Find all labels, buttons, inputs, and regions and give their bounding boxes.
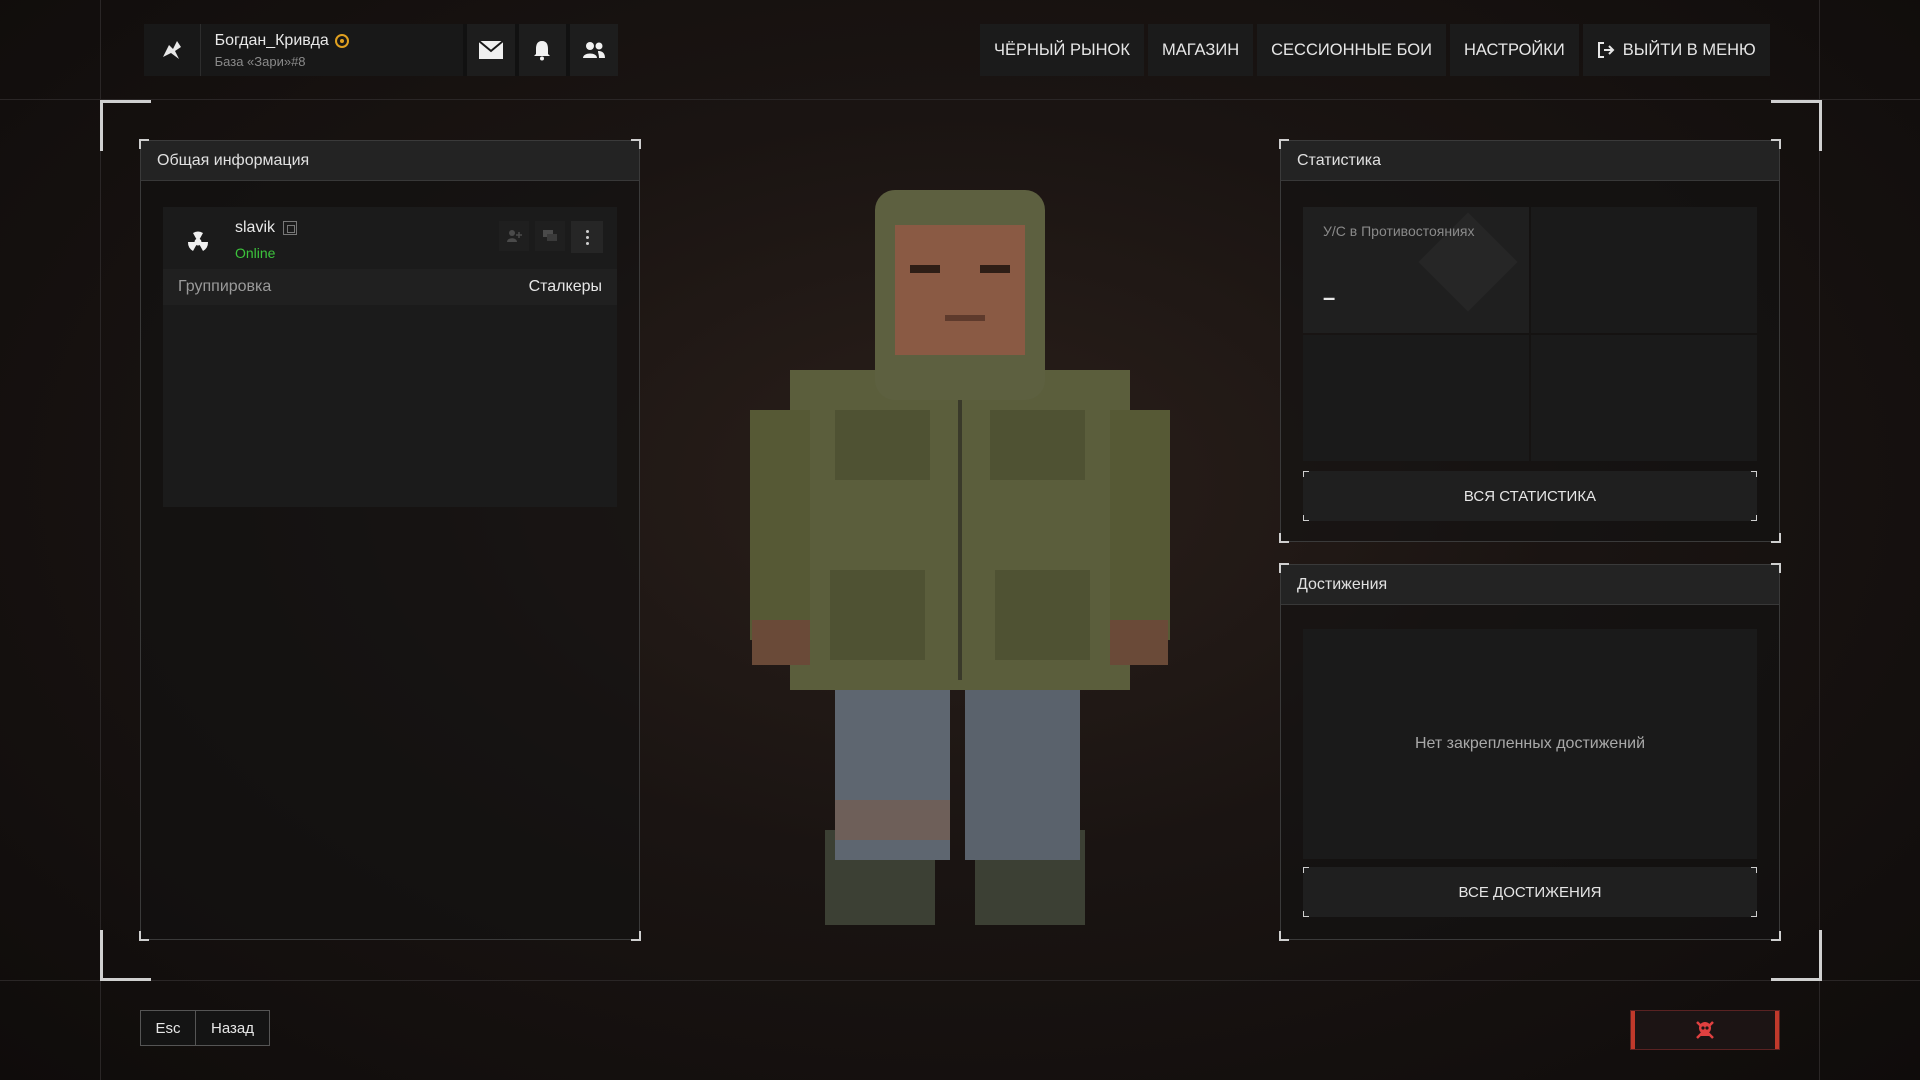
player-card: slavik Online Группировка Сталкеры bbox=[163, 207, 617, 507]
stats-panel-title: Статистика bbox=[1281, 141, 1779, 181]
achievements-empty-text: Нет закрепленных достижений bbox=[1414, 735, 1646, 752]
radiation-icon bbox=[173, 217, 223, 267]
main-nav: ЧЁРНЫЙ РЫНОК МАГАЗИН СЕССИОННЫЕ БОИ НАСТ… bbox=[980, 24, 1770, 76]
username: Богдан_Кривда bbox=[214, 31, 329, 49]
more-options-icon[interactable] bbox=[571, 221, 603, 253]
stat-cell-kd: У/С в Противостояниях – bbox=[1303, 207, 1529, 333]
nav-black-market[interactable]: ЧЁРНЫЙ РЫНОК bbox=[980, 24, 1144, 76]
game-logo-icon[interactable] bbox=[144, 24, 201, 76]
all-stats-button[interactable]: ВСЯ СТАТИСТИКА bbox=[1303, 471, 1757, 521]
stat-cell-empty-1 bbox=[1531, 207, 1757, 333]
mail-icon[interactable] bbox=[462, 24, 515, 76]
character-model bbox=[740, 180, 1200, 970]
faction-value: Сталкеры bbox=[528, 278, 602, 295]
nav-exit[interactable]: ВЫЙТИ В МЕНЮ bbox=[1582, 24, 1770, 76]
back-label: Назад bbox=[211, 1019, 254, 1037]
nav-settings-label: НАСТРОЙКИ bbox=[1463, 40, 1565, 59]
all-achievements-button[interactable]: ВСЕ ДОСТИЖЕНИЯ bbox=[1303, 867, 1757, 917]
faction-label: Группировка bbox=[178, 278, 272, 295]
stat-kd-value: – bbox=[1323, 285, 1336, 310]
stat-cell-empty-3 bbox=[1531, 335, 1757, 461]
achievements-panel: Достижения Нет закрепленных достижений В… bbox=[1279, 563, 1781, 941]
nav-session-battles-label: СЕССИОННЫЕ БОИ bbox=[1271, 40, 1432, 59]
achievements-panel-title: Достижения bbox=[1281, 565, 1779, 605]
nav-shop[interactable]: МАГАЗИН bbox=[1147, 24, 1254, 76]
chat-icon[interactable] bbox=[535, 221, 565, 251]
copy-icon[interactable] bbox=[283, 221, 298, 235]
achievements-empty-area: Нет закрепленных достижений bbox=[1303, 629, 1757, 859]
stat-kd-label: У/С в Противостояниях bbox=[1323, 223, 1475, 239]
bell-icon[interactable] bbox=[514, 24, 567, 76]
all-stats-label: ВСЯ СТАТИСТИКА bbox=[1463, 487, 1597, 505]
danger-button[interactable] bbox=[1630, 1010, 1780, 1050]
info-panel: Общая информация slavik Online Группиров… bbox=[139, 139, 641, 941]
user-subtitle: База «Зари»#8 bbox=[214, 53, 306, 69]
nav-session-battles[interactable]: СЕССИОННЫЕ БОИ bbox=[1257, 24, 1446, 76]
badge-icon bbox=[334, 33, 349, 48]
user-info: Богдан_Кривда База «Зари»#8 bbox=[215, 32, 463, 69]
info-panel-title: Общая информация bbox=[141, 141, 639, 181]
user-bar: Богдан_Кривда База «Зари»#8 bbox=[144, 24, 619, 76]
skull-icon bbox=[1696, 1021, 1714, 1039]
stats-panel: Статистика У/С в Противостояниях – ВСЯ С… bbox=[1279, 139, 1781, 543]
all-achievements-label: ВСЕ ДОСТИЖЕНИЯ bbox=[1458, 883, 1602, 901]
add-friend-icon[interactable] bbox=[499, 221, 529, 251]
esc-key: Esc bbox=[141, 1011, 196, 1045]
nav-exit-label: ВЫЙТИ В МЕНЮ bbox=[1622, 40, 1756, 59]
exit-icon bbox=[1597, 42, 1615, 58]
nav-shop-label: МАГАЗИН bbox=[1161, 40, 1240, 59]
faction-row: Группировка Сталкеры bbox=[163, 269, 617, 305]
nav-settings[interactable]: НАСТРОЙКИ bbox=[1449, 24, 1579, 76]
back-button[interactable]: Esc Назад bbox=[140, 1010, 270, 1046]
player-name: slavik bbox=[235, 219, 276, 236]
nav-black-market-label: ЧЁРНЫЙ РЫНОК bbox=[994, 40, 1130, 59]
stat-cell-empty-2 bbox=[1303, 335, 1529, 461]
friends-icon[interactable] bbox=[566, 24, 619, 76]
online-status: Online bbox=[235, 245, 276, 261]
